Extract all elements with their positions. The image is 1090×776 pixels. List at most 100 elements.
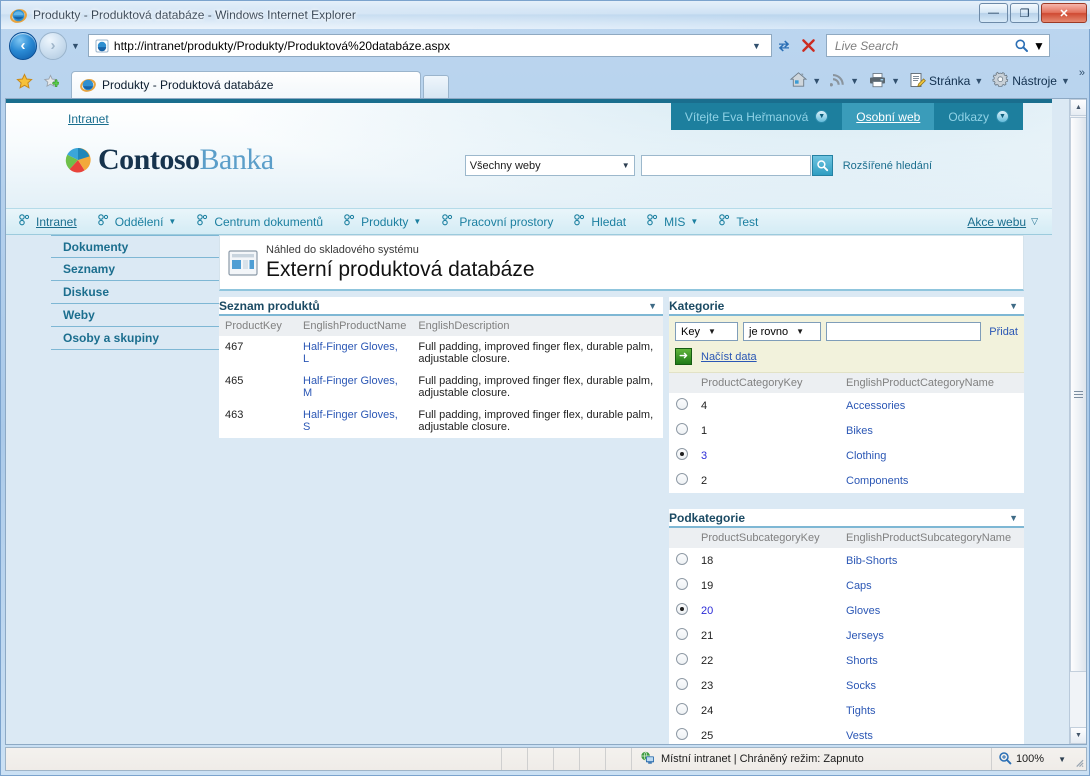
page-dropdown-icon[interactable]: ▼	[974, 76, 983, 86]
nav-item-test[interactable]: Test	[718, 214, 758, 229]
sidebar-item-seznamy[interactable]: Seznamy	[51, 258, 221, 281]
category-link[interactable]: Accessories	[846, 400, 905, 412]
web-part-menu-icon[interactable]: ▼	[1009, 301, 1018, 311]
security-zone-indicator[interactable]: Místní intranet | Chráněný režim: Zapnut…	[632, 748, 992, 770]
scroll-down-button[interactable]: ▼	[1070, 727, 1086, 744]
subcategory-link[interactable]: Gloves	[846, 605, 880, 617]
product-link[interactable]: Half-Finger Gloves, L	[303, 341, 398, 365]
row-radio-button[interactable]	[676, 678, 688, 690]
home-button[interactable]: ▼	[787, 69, 828, 93]
cell-select[interactable]	[669, 623, 695, 648]
history-dropdown-icon[interactable]: ▼	[71, 41, 80, 51]
cell-select[interactable]	[669, 698, 695, 723]
row-radio-button[interactable]	[676, 728, 688, 740]
chevron-down-icon[interactable]: ▼	[168, 217, 176, 226]
page-menu-button[interactable]: Stránka ▼	[907, 69, 990, 93]
site-actions-menu[interactable]: Akce webu ▽	[967, 215, 1038, 229]
table-row[interactable]: 1 Bikes	[669, 418, 1024, 443]
filter-field-select[interactable]: Key ▼	[675, 322, 738, 341]
chevron-down-icon[interactable]: ▼	[815, 110, 829, 123]
table-row[interactable]: 18 Bib-Shorts	[669, 548, 1024, 573]
row-radio-button[interactable]	[676, 423, 688, 435]
subcategory-link[interactable]: Tights	[846, 705, 876, 717]
address-dropdown-icon[interactable]: ▼	[746, 41, 767, 51]
cell-select[interactable]	[669, 443, 695, 468]
links-menu-tab[interactable]: Odkazy ▼	[934, 103, 1023, 130]
category-link[interactable]: Clothing	[846, 450, 886, 462]
table-row[interactable]: 4 Accessories	[669, 393, 1024, 418]
sidebar-item-diskuse[interactable]: Diskuse	[51, 281, 221, 304]
sidebar-item-dokumenty[interactable]: Dokumenty	[51, 235, 221, 258]
table-row[interactable]: 23 Socks	[669, 673, 1024, 698]
table-row[interactable]: 25 Vests	[669, 723, 1024, 744]
favorites-star-icon[interactable]	[11, 68, 37, 94]
product-link[interactable]: Half-Finger Gloves, S	[303, 409, 398, 433]
table-row-selected[interactable]: 20 Gloves	[669, 598, 1024, 623]
row-radio-button[interactable]	[676, 398, 688, 410]
cell-select[interactable]	[669, 468, 695, 493]
address-input[interactable]: http://intranet/produkty/Produkty/Produk…	[87, 34, 772, 57]
filter-value-input[interactable]	[826, 322, 982, 341]
search-provider-dropdown-icon[interactable]: ▼	[1033, 39, 1045, 53]
filter-operator-select[interactable]: je rovno ▼	[743, 322, 821, 341]
stop-icon[interactable]	[796, 34, 820, 57]
row-radio-button[interactable]	[676, 628, 688, 640]
breadcrumb[interactable]: Intranet	[68, 112, 109, 126]
row-radio-button[interactable]	[676, 473, 688, 485]
subcategory-link[interactable]: Vests	[846, 730, 873, 742]
web-part-menu-icon[interactable]: ▼	[1009, 513, 1018, 523]
row-radio-button[interactable]	[676, 553, 688, 565]
cell-select[interactable]	[669, 598, 695, 623]
feeds-dropdown-icon[interactable]: ▼	[850, 76, 859, 86]
resize-grip-icon[interactable]	[1072, 748, 1086, 770]
subcategory-link[interactable]: Socks	[846, 680, 876, 692]
category-link[interactable]: Components	[846, 475, 908, 487]
zoom-dropdown-icon[interactable]: ▼	[1058, 755, 1066, 764]
web-part-menu-icon[interactable]: ▼	[648, 301, 657, 311]
category-link[interactable]: Bikes	[846, 425, 873, 437]
browser-tab[interactable]: Produkty - Produktová databáze	[71, 71, 421, 98]
chevron-down-icon[interactable]: ▼	[690, 217, 698, 226]
tools-dropdown-icon[interactable]: ▼	[1061, 76, 1070, 86]
cell-select[interactable]	[669, 673, 695, 698]
my-site-tab[interactable]: Osobní web	[842, 103, 935, 130]
print-dropdown-icon[interactable]: ▼	[891, 76, 900, 86]
table-row-selected[interactable]: 3 Clothing	[669, 443, 1024, 468]
chevron-down-icon[interactable]: ▼	[413, 217, 421, 226]
product-link[interactable]: Half-Finger Gloves, M	[303, 375, 398, 399]
nav-item-intranet[interactable]: Intranet	[18, 214, 77, 229]
minimize-button[interactable]: —	[979, 3, 1008, 23]
subcategory-link[interactable]: Bib-Shorts	[846, 555, 897, 567]
add-filter-link[interactable]: Přidat	[989, 326, 1018, 338]
nav-item-pracovni-prostory[interactable]: Pracovní prostory	[441, 214, 553, 229]
site-search-input[interactable]	[640, 155, 811, 176]
cell-select[interactable]	[669, 723, 695, 744]
load-data-link[interactable]: Načíst data	[701, 351, 757, 363]
welcome-menu-tab[interactable]: Vítejte Eva Heřmanová ▼	[670, 103, 843, 130]
cell-select[interactable]	[669, 393, 695, 418]
cell-select[interactable]	[669, 573, 695, 598]
row-radio-button[interactable]	[676, 653, 688, 665]
table-row[interactable]: 21 Jerseys	[669, 623, 1024, 648]
table-row[interactable]: 24 Tights	[669, 698, 1024, 723]
maximize-button[interactable]: ❐	[1010, 3, 1039, 23]
site-search-button[interactable]	[811, 155, 833, 176]
cell-select[interactable]	[669, 548, 695, 573]
search-magnifier-icon[interactable]	[1009, 34, 1033, 57]
add-to-favorites-icon[interactable]	[37, 68, 63, 94]
nav-item-mis[interactable]: MIS ▼	[646, 214, 698, 229]
search-scope-select[interactable]: Všechny weby ▼	[464, 155, 635, 176]
feeds-button[interactable]: ▼	[828, 69, 866, 93]
load-data-arrow-icon[interactable]: ➜	[675, 348, 692, 365]
row-radio-button[interactable]	[676, 578, 688, 590]
advanced-search-link[interactable]: Rozšířené hledání	[843, 160, 932, 172]
subcategory-link[interactable]: Caps	[846, 580, 872, 592]
home-dropdown-icon[interactable]: ▼	[812, 76, 821, 86]
forward-button[interactable]: ›	[39, 31, 67, 60]
nav-item-centrum-dokumentu[interactable]: Centrum dokumentů	[196, 214, 323, 229]
new-tab-button[interactable]	[423, 75, 449, 98]
sidebar-item-weby[interactable]: Weby	[51, 304, 221, 327]
nav-item-hledat[interactable]: Hledat	[573, 214, 626, 229]
tools-menu-button[interactable]: Nástroje ▼	[990, 69, 1077, 93]
sidebar-item-osoby-a-skupiny[interactable]: Osoby a skupiny	[51, 327, 221, 350]
